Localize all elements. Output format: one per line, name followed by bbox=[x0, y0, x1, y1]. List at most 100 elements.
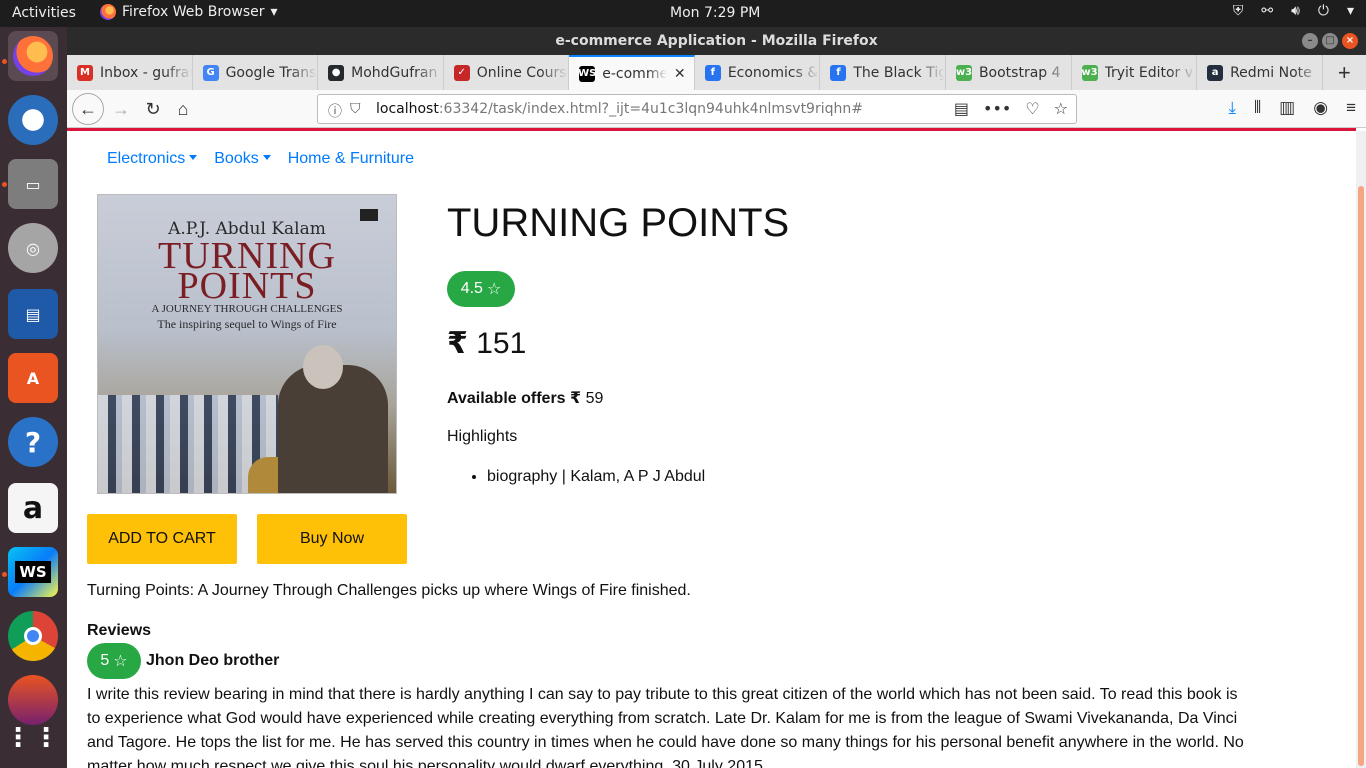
volume-icon[interactable]: 🔊︎ bbox=[1291, 3, 1300, 19]
flipkart-icon: f bbox=[704, 64, 721, 81]
minimize-icon[interactable]: – bbox=[1302, 33, 1318, 49]
hamburger-menu-icon[interactable]: ≡ bbox=[1346, 98, 1356, 118]
webstorm-dock-icon[interactable]: WS bbox=[8, 547, 58, 597]
review-text: I write this review bearing in mind that… bbox=[87, 686, 1244, 768]
product-price: ₹ 151 bbox=[447, 326, 526, 361]
app-menu[interactable]: Firefox Web Browser ▾ bbox=[100, 4, 278, 20]
system-tray[interactable]: ⛨ ⚯ 🔊︎ ⏻ ▾ bbox=[1233, 3, 1354, 19]
review-rating-value: 5 bbox=[100, 652, 110, 669]
url-host: localhost bbox=[376, 101, 439, 117]
cover-head-illustration bbox=[303, 345, 343, 389]
clock[interactable]: Mon 7:29 PM bbox=[670, 5, 760, 21]
firefox-icon bbox=[13, 36, 53, 76]
scrollbar-thumb[interactable] bbox=[1358, 186, 1364, 766]
new-tab-button[interactable]: + bbox=[1323, 55, 1366, 90]
cover-subtitle: A JOURNEY THROUGH CHALLENGES bbox=[151, 303, 343, 315]
sidebar-icon[interactable]: ▥ bbox=[1279, 98, 1295, 118]
tab-label: The Black Tiger bbox=[853, 64, 945, 81]
product-rating-badge: 4.5 ☆ bbox=[447, 271, 515, 307]
window-title-bar: e-commerce Application - Mozilla Firefox… bbox=[67, 27, 1366, 55]
app-menu-label: Firefox Web Browser bbox=[122, 4, 265, 20]
tab-8[interactable]: w3 Tryit Editor v bbox=[1072, 55, 1198, 90]
network-icon[interactable]: ⚯ bbox=[1261, 3, 1273, 19]
pocket-icon[interactable]: ♡ bbox=[1025, 99, 1039, 118]
tab-label: Inbox - gufran bbox=[100, 64, 192, 81]
running-indicator bbox=[2, 572, 7, 577]
url-path: :63342/task/index.html?_ijt=4u1c3lqn94uh… bbox=[438, 101, 863, 117]
nav-electronics-dropdown[interactable]: Electronics bbox=[107, 150, 197, 168]
bookmark-star-icon[interactable]: ☆ bbox=[1054, 99, 1068, 118]
gmail-icon: M bbox=[77, 64, 93, 81]
w3schools-icon: w3 bbox=[956, 64, 972, 81]
tab-4[interactable]: WS e-commerce ✕ bbox=[569, 55, 695, 90]
reload-button[interactable]: ↻ bbox=[139, 95, 167, 123]
rhythmbox-dock-icon[interactable]: ◎ bbox=[8, 223, 58, 273]
close-tab-icon[interactable]: ✕ bbox=[674, 66, 694, 82]
thunderbird-dock-icon[interactable] bbox=[8, 95, 58, 145]
offers-value: 59 bbox=[585, 390, 604, 407]
reviewer-name: Jhon Deo brother bbox=[146, 652, 280, 669]
product-description: Turning Points: A Journey Through Challe… bbox=[87, 582, 691, 599]
star-icon: ☆ bbox=[486, 281, 502, 298]
maximize-icon[interactable]: □ bbox=[1322, 33, 1338, 49]
toolbar-icons: ⤓ ⫴ ▥ ◉ ≡ bbox=[1229, 98, 1356, 118]
running-indicator bbox=[2, 59, 7, 64]
review-rating-badge: 5 ☆ bbox=[87, 643, 141, 679]
files-dock-icon[interactable]: ▭ bbox=[8, 159, 58, 209]
amazon-dock-icon[interactable]: a bbox=[8, 483, 58, 533]
tab-3[interactable]: ✓ Online Course bbox=[444, 55, 570, 90]
product-cover-image: A.P.J. Abdul Kalam TURNING POINTS A JOUR… bbox=[97, 194, 397, 494]
software-center-dock-icon[interactable]: A bbox=[8, 353, 58, 403]
firefox-dock-icon[interactable] bbox=[8, 31, 58, 81]
price-value: 151 bbox=[476, 327, 527, 360]
firefox-icon bbox=[100, 4, 116, 20]
url-bar[interactable]: ⓘ ⛉ localhost:63342/task/index.html?_ijt… bbox=[317, 94, 1077, 124]
navigation-toolbar: ← → ↻ ⌂ ⓘ ⛉ localhost:63342/task/index.h… bbox=[67, 90, 1366, 128]
account-icon[interactable]: ◉ bbox=[1313, 98, 1328, 118]
tab-6[interactable]: f The Black Tiger bbox=[820, 55, 946, 90]
url-text[interactable]: localhost:63342/task/index.html?_ijt=4u1… bbox=[376, 101, 863, 117]
tab-7[interactable]: w3 Bootstrap 4 bbox=[946, 55, 1072, 90]
close-icon[interactable]: × bbox=[1342, 33, 1358, 49]
window-controls: – □ × bbox=[1302, 33, 1358, 49]
chevron-down-icon[interactable]: ▾ bbox=[1347, 3, 1354, 19]
chrome-dock-icon[interactable] bbox=[8, 611, 58, 661]
highlights-list: biography | Kalam, A P J Abdul bbox=[487, 468, 705, 486]
nav-books-dropdown[interactable]: Books bbox=[214, 150, 270, 168]
forward-button[interactable]: → bbox=[107, 95, 135, 123]
home-button[interactable]: ⌂ bbox=[169, 95, 197, 123]
product-page: Electronics Books Home & Furniture A.P.J… bbox=[67, 131, 1356, 768]
tab-label: Tryit Editor v bbox=[1104, 64, 1194, 81]
page-scrollbar[interactable] bbox=[1356, 131, 1366, 768]
tab-bar: M Inbox - gufran G Google Translate ● MohdGuf… bbox=[67, 55, 1366, 90]
tab-label: e-commerce bbox=[602, 65, 667, 82]
show-applications-icon[interactable]: ⋮⋮ bbox=[5, 713, 59, 763]
back-button[interactable]: ← bbox=[72, 93, 104, 125]
downloads-icon[interactable]: ⤓ bbox=[1229, 98, 1237, 118]
tab-9[interactable]: a Redmi Note bbox=[1197, 55, 1323, 90]
star-icon: ☆ bbox=[113, 653, 128, 670]
category-nav: Electronics Books Home & Furniture bbox=[107, 150, 414, 168]
tab-0[interactable]: M Inbox - gufran bbox=[67, 55, 193, 90]
tab-5[interactable]: f Economics & bbox=[695, 55, 821, 90]
shield-icon[interactable]: ⛨ bbox=[1233, 3, 1244, 19]
add-to-cart-button[interactable]: ADD TO CART bbox=[87, 514, 237, 564]
url-actions: ▤ ••• ♡ ☆ bbox=[954, 99, 1068, 118]
help-dock-icon[interactable]: ? bbox=[8, 417, 58, 467]
buy-now-button[interactable]: Buy Now bbox=[257, 514, 407, 564]
reader-view-icon[interactable]: ▤ bbox=[954, 99, 969, 118]
tab-label: MohdGufran bbox=[351, 64, 438, 81]
page-actions-icon[interactable]: ••• bbox=[983, 99, 1011, 118]
tab-1[interactable]: G Google Translate bbox=[193, 55, 319, 90]
cover-title-line2: POINTS bbox=[177, 265, 317, 307]
w3schools-icon: w3 bbox=[1081, 64, 1098, 81]
activities-button[interactable]: Activities bbox=[12, 5, 76, 21]
site-info-icon[interactable]: ⓘ bbox=[328, 101, 342, 121]
tab-label: Economics & bbox=[727, 64, 819, 81]
power-icon[interactable]: ⏻ bbox=[1318, 3, 1329, 19]
nav-home-furniture-link[interactable]: Home & Furniture bbox=[288, 150, 414, 168]
tab-2[interactable]: ● MohdGufran bbox=[318, 55, 444, 90]
libreoffice-writer-dock-icon[interactable]: ▤ bbox=[8, 289, 58, 339]
tracking-shield-icon[interactable]: ⛉ bbox=[350, 101, 361, 117]
library-icon[interactable]: ⫴ bbox=[1254, 98, 1261, 118]
